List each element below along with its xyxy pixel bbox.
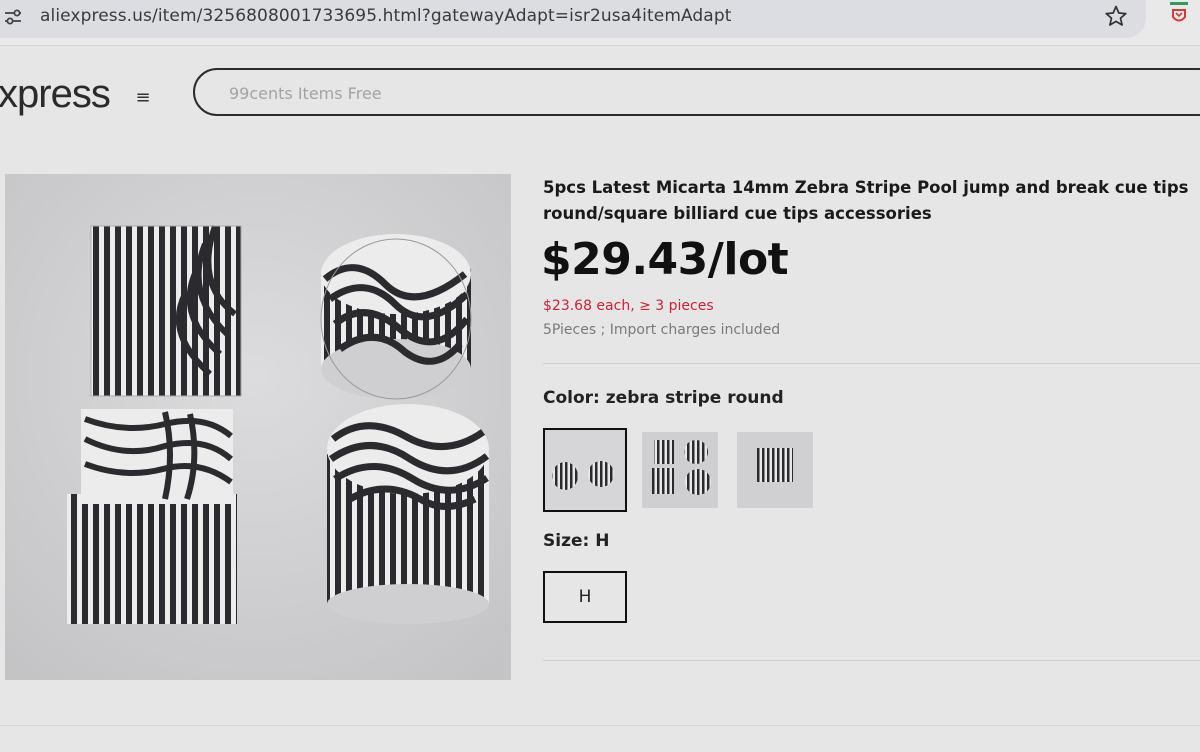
color-swatch-3[interactable] — [737, 432, 813, 508]
size-label: Size: H — [543, 531, 609, 551]
cue-tip-round-top-right — [320, 234, 472, 400]
browser-toolbar: aliexpress.us/item/3256808001733695.html… — [0, 0, 1200, 46]
size-label-text: Size: — [543, 531, 596, 551]
search-input[interactable] — [227, 80, 1127, 106]
color-selected-value: zebra stripe round — [605, 388, 784, 408]
divider — [0, 725, 1200, 726]
product-main-image[interactable] — [5, 174, 511, 680]
color-label: Color: zebra stripe round — [543, 388, 784, 408]
size-selected-value: H — [595, 531, 610, 551]
shipping-note: 5Pieces ; Import charges included — [543, 322, 781, 338]
color-label-text: Color: — [543, 388, 606, 408]
size-option-h[interactable]: H — [543, 571, 627, 623]
cue-tip-square-top-left — [90, 225, 242, 397]
color-swatch-2[interactable] — [642, 432, 718, 508]
site-logo[interactable]: xpress — [0, 72, 111, 117]
hamburger-menu-icon[interactable]: ≡ — [128, 82, 158, 112]
search-bar[interactable] — [193, 68, 1200, 116]
color-swatch-1[interactable] — [543, 428, 627, 512]
product-price: $29.43/lot — [541, 234, 789, 285]
cue-tip-square-bottom-left — [67, 409, 237, 624]
address-bar[interactable]: aliexpress.us/item/3256808001733695.html… — [0, 0, 1146, 38]
bulk-discount-text: $23.68 each, ≥ 3 pieces — [543, 298, 714, 314]
url-text[interactable]: aliexpress.us/item/3256808001733695.html… — [40, 6, 731, 26]
cue-tip-round-bottom-right — [327, 404, 490, 624]
divider — [543, 660, 1200, 661]
shield-extension-icon[interactable] — [1168, 2, 1190, 28]
star-icon[interactable] — [1104, 4, 1128, 28]
divider — [543, 363, 1200, 364]
tune-icon[interactable] — [2, 6, 24, 28]
product-title: 5pcs Latest Micarta 14mm Zebra Stripe Po… — [543, 178, 1189, 223]
